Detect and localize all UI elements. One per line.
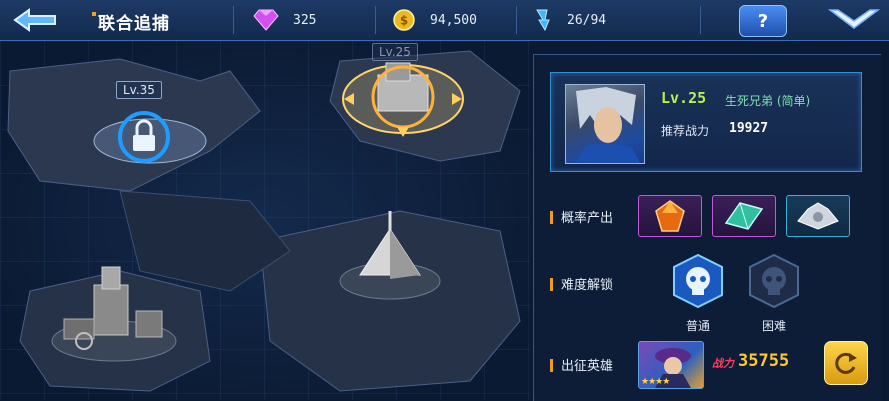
skull-shield-locked-icon — [749, 253, 799, 309]
stage-node-ruins[interactable] — [44, 261, 184, 371]
swap-hero-button[interactable] — [824, 341, 868, 385]
label-marker — [550, 359, 553, 372]
drop-item[interactable] — [712, 195, 776, 237]
stage-node-selected[interactable]: Lv.25 — [338, 41, 468, 137]
pyramid-building-icon — [339, 211, 441, 300]
target-reticle-icon — [342, 62, 464, 137]
boss-level: Lv.25 — [661, 89, 707, 107]
back-arrow-icon — [13, 8, 56, 32]
stage-node-pyramid[interactable] — [334, 209, 446, 305]
gem-count: 325 — [293, 12, 317, 28]
energy-count: 26/94 — [567, 12, 607, 28]
hero-power-tag: 战力 — [712, 357, 734, 370]
title-marker — [92, 12, 96, 16]
drop-item[interactable] — [786, 195, 850, 237]
orange-crystal-icon — [655, 200, 685, 232]
label-marker — [550, 211, 553, 224]
boss-name: 生死兄弟 (简单) — [725, 94, 811, 108]
difficulty-hard-label: 困难 — [761, 319, 786, 333]
hero-power-value: 35755 — [738, 351, 790, 371]
label-marker — [550, 278, 553, 291]
top-bar: 联合追捕 325 $ 94,500 26/94 ? — [0, 0, 889, 41]
help-icon: ? — [757, 10, 769, 32]
green-crystal-icon — [724, 202, 764, 230]
silver-gear-icon — [797, 202, 839, 230]
difficulty-row-label: 难度解锁 — [550, 274, 613, 293]
energy-counter: 26/94 — [533, 6, 606, 34]
hero-avatar[interactable]: ★★★★ — [638, 341, 704, 389]
stage-info-panel: Lv.25 生死兄弟 (简单) 推荐战力 19927 概率产出 难度解锁 普通 … — [533, 54, 881, 401]
skull-shield-icon — [673, 253, 723, 309]
stage-node-locked[interactable]: Lv.35 — [90, 81, 210, 171]
drops-row-label: 概率产出 — [550, 207, 613, 226]
hero-stars-icon: ★★★★ — [641, 377, 670, 387]
difficulty-normal-button[interactable] — [670, 253, 726, 309]
energy-icon — [536, 9, 550, 32]
divider — [700, 6, 701, 34]
difficulty-normal-label: 普通 — [685, 319, 710, 333]
page-title: 联合追捕 — [98, 14, 170, 34]
chevron-down-icon — [827, 9, 881, 29]
divider — [233, 6, 234, 34]
divider — [516, 6, 517, 34]
gem-counter: 325 — [253, 6, 316, 34]
back-button[interactable] — [6, 4, 66, 36]
drop-item[interactable] — [638, 195, 702, 237]
menu-button[interactable] — [826, 6, 882, 34]
recommended-power-label: 推荐战力 — [661, 124, 710, 138]
boss-card: Lv.25 生死兄弟 (简单) 推荐战力 19927 — [550, 72, 862, 172]
difficulty-hard-button[interactable] — [746, 253, 802, 309]
hero-row-label: 出征英雄 — [550, 355, 613, 374]
drops-label: 概率产出 — [561, 211, 614, 226]
svg-text:$: $ — [400, 14, 408, 28]
boss-portrait — [565, 84, 645, 164]
lock-icon — [93, 111, 207, 164]
coin-icon: $ — [393, 9, 415, 31]
gem-icon — [253, 9, 279, 31]
stage-level-tag: Lv.35 — [116, 81, 162, 99]
stage-map: Lv.35 Lv.25 — [0, 41, 530, 400]
hero-label: 出征英雄 — [561, 359, 614, 374]
divider — [375, 6, 376, 34]
coin-count: 94,500 — [430, 12, 477, 28]
difficulty-label: 难度解锁 — [561, 278, 614, 293]
recommended-power-value: 19927 — [729, 121, 769, 136]
coin-counter: $ 94,500 — [392, 6, 477, 34]
boss-avatar-icon — [576, 87, 640, 163]
refresh-icon — [835, 352, 857, 374]
help-button[interactable]: ? — [739, 5, 787, 37]
ruins-building-icon — [51, 266, 177, 362]
